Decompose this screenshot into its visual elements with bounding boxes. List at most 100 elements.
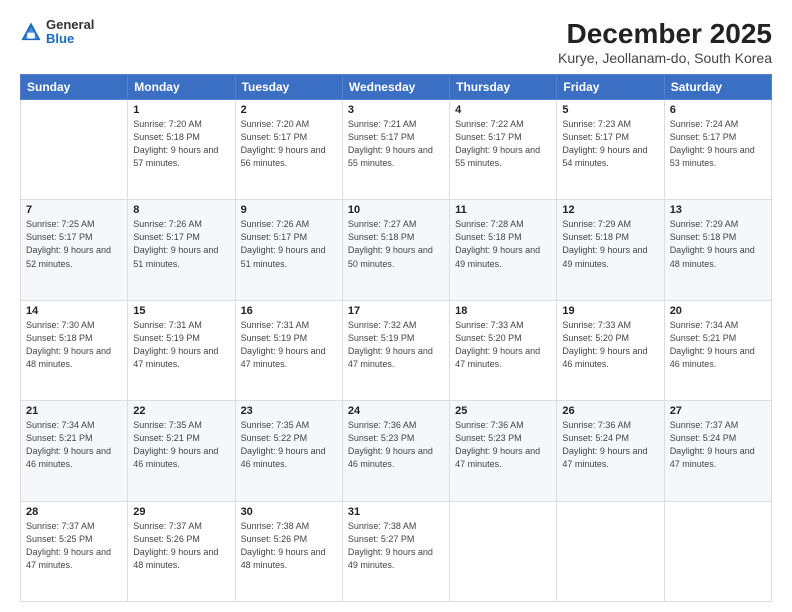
calendar-cell: 29 Sunrise: 7:37 AMSunset: 5:26 PMDayligh… [128,501,235,601]
day-number: 19 [562,305,658,317]
day-number: 17 [348,305,444,317]
day-number: 7 [26,204,122,216]
calendar-day-header: Saturday [664,75,771,100]
calendar-day-header: Sunday [21,75,128,100]
calendar-cell: 5 Sunrise: 7:23 AMSunset: 5:17 PMDaylight… [557,100,664,200]
calendar-cell [557,501,664,601]
day-number: 21 [26,405,122,417]
day-number: 31 [348,506,444,518]
day-number: 13 [670,204,766,216]
day-info: Sunrise: 7:37 AMSunset: 5:25 PMDaylight:… [26,520,122,572]
logo: General Blue [20,18,94,47]
day-info: Sunrise: 7:22 AMSunset: 5:17 PMDaylight:… [455,118,551,170]
day-number: 20 [670,305,766,317]
calendar-cell: 17 Sunrise: 7:32 AMSunset: 5:19 PMDayligh… [342,300,449,400]
day-number: 6 [670,104,766,116]
calendar-cell: 9 Sunrise: 7:26 AMSunset: 5:17 PMDaylight… [235,200,342,300]
day-info: Sunrise: 7:20 AMSunset: 5:17 PMDaylight:… [241,118,337,170]
calendar-cell: 21 Sunrise: 7:34 AMSunset: 5:21 PMDayligh… [21,401,128,501]
calendar-cell: 12Sunrise: 7:29 AMSunset: 5:18 PMDayligh… [557,200,664,300]
day-info: Sunrise: 7:35 AMSunset: 5:22 PMDaylight:… [241,419,337,471]
day-number: 22 [133,405,229,417]
calendar-cell: 1Sunrise: 7:20 AMSunset: 5:18 PMDaylight… [128,100,235,200]
day-number: 9 [241,204,337,216]
calendar-week-row: 14 Sunrise: 7:30 AMSunset: 5:18 PMDayligh… [21,300,772,400]
day-info: Sunrise: 7:36 AMSunset: 5:24 PMDaylight:… [562,419,658,471]
calendar-cell: 6Sunrise: 7:24 AMSunset: 5:17 PMDaylight… [664,100,771,200]
logo-general: General [46,18,94,32]
logo-text: General Blue [46,18,94,47]
header: General Blue December 2025 Kurye, Jeolla… [20,18,772,66]
calendar-cell: 10 Sunrise: 7:27 AMSunset: 5:18 PMDayligh… [342,200,449,300]
day-info: Sunrise: 7:38 AMSunset: 5:26 PMDaylight:… [241,520,337,572]
calendar-cell [21,100,128,200]
day-number: 25 [455,405,551,417]
calendar-cell: 30 Sunrise: 7:38 AMSunset: 5:26 PMDayligh… [235,501,342,601]
logo-blue: Blue [46,32,94,46]
day-number: 27 [670,405,766,417]
day-number: 8 [133,204,229,216]
day-number: 28 [26,506,122,518]
calendar-cell: 23 Sunrise: 7:35 AMSunset: 5:22 PMDayligh… [235,401,342,501]
day-number: 14 [26,305,122,317]
day-number: 30 [241,506,337,518]
calendar-week-row: 1Sunrise: 7:20 AMSunset: 5:18 PMDaylight… [21,100,772,200]
day-number: 29 [133,506,229,518]
day-info: Sunrise: 7:34 AMSunset: 5:21 PMDaylight:… [26,419,122,471]
day-info: Sunrise: 7:36 AMSunset: 5:23 PMDaylight:… [348,419,444,471]
calendar-cell: 27 Sunrise: 7:37 AMSunset: 5:24 PMDayligh… [664,401,771,501]
day-number: 10 [348,204,444,216]
calendar-cell: 19 Sunrise: 7:33 AMSunset: 5:20 PMDayligh… [557,300,664,400]
day-info: Sunrise: 7:26 AMSunset: 5:17 PMDaylight:… [133,218,229,270]
day-info: Sunrise: 7:30 AMSunset: 5:18 PMDaylight:… [26,319,122,371]
day-info: Sunrise: 7:21 AMSunset: 5:17 PMDaylight:… [348,118,444,170]
calendar-cell: 18 Sunrise: 7:33 AMSunset: 5:20 PMDayligh… [450,300,557,400]
calendar-cell: 2 Sunrise: 7:20 AMSunset: 5:17 PMDaylight… [235,100,342,200]
calendar-cell: 4Sunrise: 7:22 AMSunset: 5:17 PMDaylight… [450,100,557,200]
calendar-week-row: 21 Sunrise: 7:34 AMSunset: 5:21 PMDayligh… [21,401,772,501]
day-info: Sunrise: 7:35 AMSunset: 5:21 PMDaylight:… [133,419,229,471]
day-info: Sunrise: 7:37 AMSunset: 5:24 PMDaylight:… [670,419,766,471]
day-info: Sunrise: 7:33 AMSunset: 5:20 PMDaylight:… [562,319,658,371]
calendar-day-header: Monday [128,75,235,100]
day-number: 18 [455,305,551,317]
calendar-day-header: Friday [557,75,664,100]
day-number: 1 [133,104,229,116]
day-info: Sunrise: 7:29 AMSunset: 5:18 PMDaylight:… [670,218,766,270]
calendar-cell: 3 Sunrise: 7:21 AMSunset: 5:17 PMDaylight… [342,100,449,200]
day-number: 3 [348,104,444,116]
day-info: Sunrise: 7:37 AMSunset: 5:26 PMDaylight:… [133,520,229,572]
calendar-cell: 7 Sunrise: 7:25 AMSunset: 5:17 PMDaylight… [21,200,128,300]
day-info: Sunrise: 7:25 AMSunset: 5:17 PMDaylight:… [26,218,122,270]
day-info: Sunrise: 7:38 AMSunset: 5:27 PMDaylight:… [348,520,444,572]
day-number: 2 [241,104,337,116]
calendar-cell: 8 Sunrise: 7:26 AMSunset: 5:17 PMDaylight… [128,200,235,300]
day-info: Sunrise: 7:29 AMSunset: 5:18 PMDaylight:… [562,218,658,270]
day-info: Sunrise: 7:34 AMSunset: 5:21 PMDaylight:… [670,319,766,371]
calendar: SundayMondayTuesdayWednesdayThursdayFrid… [20,74,772,602]
calendar-cell: 28 Sunrise: 7:37 AMSunset: 5:25 PMDayligh… [21,501,128,601]
day-number: 23 [241,405,337,417]
day-number: 24 [348,405,444,417]
calendar-header-row: SundayMondayTuesdayWednesdayThursdayFrid… [21,75,772,100]
day-info: Sunrise: 7:27 AMSunset: 5:18 PMDaylight:… [348,218,444,270]
day-info: Sunrise: 7:31 AMSunset: 5:19 PMDaylight:… [133,319,229,371]
logo-icon [20,21,42,43]
calendar-cell: 26Sunrise: 7:36 AMSunset: 5:24 PMDayligh… [557,401,664,501]
day-info: Sunrise: 7:33 AMSunset: 5:20 PMDaylight:… [455,319,551,371]
day-number: 5 [562,104,658,116]
day-info: Sunrise: 7:32 AMSunset: 5:19 PMDaylight:… [348,319,444,371]
day-info: Sunrise: 7:26 AMSunset: 5:17 PMDaylight:… [241,218,337,270]
calendar-cell: 15 Sunrise: 7:31 AMSunset: 5:19 PMDayligh… [128,300,235,400]
calendar-cell [450,501,557,601]
day-info: Sunrise: 7:28 AMSunset: 5:18 PMDaylight:… [455,218,551,270]
day-number: 15 [133,305,229,317]
calendar-cell: 22 Sunrise: 7:35 AMSunset: 5:21 PMDayligh… [128,401,235,501]
day-number: 11 [455,204,551,216]
page: General Blue December 2025 Kurye, Jeolla… [0,0,792,612]
calendar-cell: 13 Sunrise: 7:29 AMSunset: 5:18 PMDayligh… [664,200,771,300]
day-info: Sunrise: 7:36 AMSunset: 5:23 PMDaylight:… [455,419,551,471]
calendar-cell: 16Sunrise: 7:31 AMSunset: 5:19 PMDayligh… [235,300,342,400]
calendar-cell: 25 Sunrise: 7:36 AMSunset: 5:23 PMDayligh… [450,401,557,501]
day-info: Sunrise: 7:23 AMSunset: 5:17 PMDaylight:… [562,118,658,170]
